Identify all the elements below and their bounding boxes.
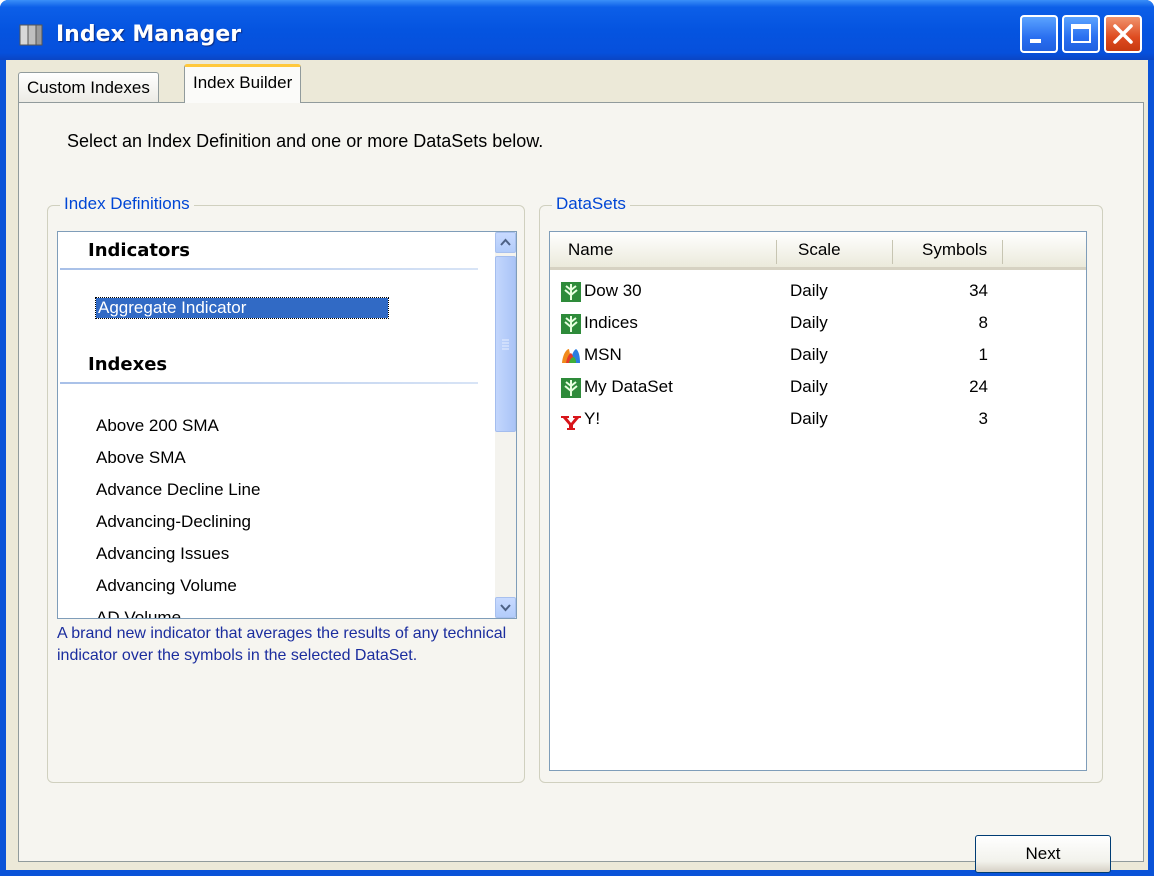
dataset-row[interactable]: Indices Daily 8	[550, 308, 1086, 340]
window-client-area: Custom Indexes Index Builder Select an I…	[6, 60, 1148, 873]
dataset-symbols: 1	[978, 345, 988, 364]
list-item[interactable]: AD Volume	[96, 608, 181, 618]
datasets-column-header: Name Scale Symbols	[550, 232, 1086, 270]
dataset-symbols: 3	[978, 409, 988, 428]
dataset-name: Dow 30	[584, 281, 642, 300]
title-bar[interactable]: Index Manager	[0, 0, 1154, 60]
dataset-name: MSN	[584, 345, 622, 364]
dataset-row[interactable]: MSN Daily 1	[550, 340, 1086, 372]
minimize-button[interactable]	[1020, 15, 1058, 53]
dataset-row[interactable]: Y! Daily 3	[550, 404, 1086, 436]
grip-icon	[502, 339, 509, 350]
datasets-list[interactable]: Name Scale Symbols Dow 30 Daily 34 Indic…	[549, 231, 1087, 771]
minimize-icon	[1030, 39, 1041, 43]
next-button[interactable]: Next	[975, 835, 1111, 873]
category-divider	[60, 268, 478, 270]
index-definitions-label: Index Definitions	[60, 194, 194, 214]
vertical-scrollbar[interactable]	[495, 232, 516, 618]
datasets-label: DataSets	[552, 194, 630, 214]
dataset-scale: Daily	[790, 409, 828, 428]
wealthlab-icon	[561, 282, 581, 302]
msn-icon	[562, 349, 580, 363]
list-item[interactable]: Advancing Volume	[96, 576, 237, 596]
window-title: Index Manager	[56, 22, 242, 47]
dataset-scale: Daily	[790, 345, 828, 364]
dataset-name: Indices	[584, 313, 638, 332]
book-icon	[19, 24, 43, 46]
tab-custom-indexes[interactable]: Custom Indexes	[18, 72, 159, 102]
column-symbols[interactable]: Symbols	[922, 240, 987, 260]
dataset-row[interactable]: My DataSet Daily 24	[550, 372, 1086, 404]
dataset-name: Y!	[584, 409, 601, 428]
maximize-icon	[1071, 24, 1091, 43]
list-item[interactable]: Advancing-Declining	[96, 512, 251, 532]
close-button[interactable]	[1104, 15, 1142, 53]
window: Index Manager Custom Indexes Index Build…	[0, 0, 1154, 876]
category-header-indexes: Indexes	[88, 354, 168, 375]
scroll-down-button[interactable]	[495, 597, 516, 618]
column-name[interactable]: Name	[568, 240, 613, 260]
index-builder-page: Select an Index Definition and one or mo…	[18, 102, 1144, 873]
yahoo-icon	[561, 416, 581, 430]
list-item-aggregate-indicator[interactable]: Aggregate Indicator	[95, 297, 389, 319]
list-item[interactable]: Advance Decline Line	[96, 480, 260, 500]
list-item[interactable]: Advancing Issues	[96, 544, 229, 564]
dataset-scale: Daily	[790, 281, 828, 300]
column-scale[interactable]: Scale	[798, 240, 841, 260]
wealthlab-icon	[561, 378, 581, 398]
dataset-symbols: 34	[969, 281, 988, 300]
column-separator	[1002, 240, 1003, 264]
list-item[interactable]: Above SMA	[96, 448, 186, 468]
chevron-up-icon	[500, 238, 511, 246]
scroll-thumb[interactable]	[495, 256, 516, 432]
list-item[interactable]: Above 200 SMA	[96, 416, 219, 436]
chevron-down-icon	[500, 604, 511, 612]
tab-index-builder[interactable]: Index Builder	[184, 64, 302, 103]
dataset-scale: Daily	[790, 313, 828, 332]
category-header-indicators: Indicators	[88, 240, 190, 261]
index-definitions-list[interactable]: Indicators Aggregate Indicator Indexes A…	[57, 231, 517, 619]
indicator-description: A brand new indicator that averages the …	[57, 625, 507, 664]
close-icon	[1113, 24, 1133, 44]
dataset-row[interactable]: Dow 30 Daily 34	[550, 276, 1086, 308]
scroll-up-button[interactable]	[495, 232, 516, 253]
instruction-text: Select an Index Definition and one or mo…	[67, 131, 544, 151]
dataset-symbols: 24	[969, 377, 988, 396]
dataset-symbols: 8	[978, 313, 988, 332]
column-separator	[776, 240, 777, 264]
wealthlab-icon	[561, 314, 581, 334]
maximize-button[interactable]	[1062, 15, 1100, 53]
category-divider	[60, 382, 478, 384]
dataset-scale: Daily	[790, 377, 828, 396]
dataset-name: My DataSet	[584, 377, 673, 396]
column-separator	[892, 240, 893, 264]
